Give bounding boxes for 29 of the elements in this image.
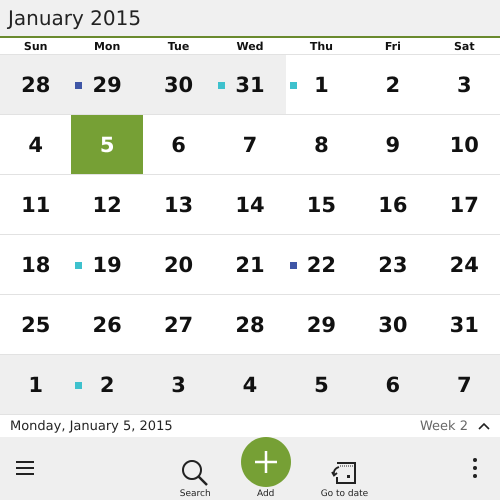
search-icon <box>181 459 210 487</box>
day-cell[interactable]: 7 <box>428 355 500 414</box>
selected-date: Monday, January 5, 2015 <box>10 418 173 434</box>
more-icon[interactable] <box>472 457 478 479</box>
day-cell[interactable]: 4 <box>214 355 286 414</box>
day-cell[interactable]: 29 <box>71 55 143 114</box>
plus-icon <box>254 450 278 474</box>
day-cell[interactable]: 2 <box>71 355 143 414</box>
menu-icon[interactable] <box>16 460 36 476</box>
day-cell[interactable]: 3 <box>142 355 214 414</box>
weekday-label: Sun <box>22 40 48 53</box>
weekday-label: Fri <box>384 40 402 53</box>
month-title: January 2015 <box>8 6 142 30</box>
day-cell[interactable]: 31 <box>214 55 286 114</box>
weekday-label: Wed <box>235 40 265 53</box>
day-cell[interactable]: 5 <box>286 355 358 414</box>
go-to-date-button[interactable]: Go to date <box>320 459 368 499</box>
day-cell[interactable]: 1 <box>0 355 72 414</box>
weekday-label: Tue <box>166 40 190 53</box>
search-button[interactable]: Search <box>180 459 211 499</box>
weekday-label: Thu <box>308 40 334 53</box>
weekday-label: Sat <box>452 40 476 53</box>
day-cell[interactable]: 30 <box>142 55 214 114</box>
day-cell[interactable]: 6 <box>357 355 429 414</box>
week-number: Week 2 <box>420 418 468 434</box>
day-cell[interactable]: 28 <box>0 55 72 114</box>
weekday-label: Mon <box>92 40 122 53</box>
calendar-arrow-icon <box>330 459 358 487</box>
chevron-up-icon[interactable] <box>478 422 490 430</box>
